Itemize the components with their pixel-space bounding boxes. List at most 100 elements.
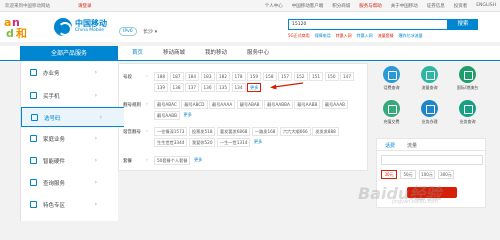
homophone-option[interactable]: 我爱你520 (188, 137, 216, 147)
segment-option[interactable]: 184 (185, 72, 199, 81)
ipv6-badge: IPv6 (119, 27, 137, 36)
sidebar-item-special-zone[interactable]: 特色专区 › (21, 195, 119, 215)
search-input[interactable]: 15120 (288, 19, 448, 30)
chevron-right-icon: › (94, 92, 97, 99)
tab-bill[interactable]: 话费 (385, 142, 395, 149)
plan-option[interactable]: 50套餐个人套餐 (154, 156, 191, 165)
homophone-option[interactable]: 一生一世1314 (216, 137, 251, 147)
and-brand-logo[interactable]: a n d 和 (4, 15, 46, 39)
homophone-option[interactable]: 发发发888 (312, 127, 339, 136)
segment-option[interactable]: 139 (154, 82, 168, 92)
rule-option[interactable]: 靓号AABBA (264, 100, 293, 109)
quick-bill-query[interactable]: 话费查询 (378, 66, 405, 91)
hotword-unlimited[interactable]: 爆炸亿冰流量 (399, 33, 423, 39)
row-label: 靓号规则 (123, 103, 141, 108)
amount-option[interactable]: 50元 (400, 170, 416, 179)
rule-option[interactable]: 靓号AAAA (209, 100, 236, 109)
top-link-personal-center[interactable]: 个人中心 (265, 3, 283, 9)
rule-option[interactable]: 靓号AAAB (321, 100, 348, 109)
sidebar-item-label: 选号码 (44, 116, 61, 122)
homophone-option[interactable]: 一往情深1573 (154, 127, 188, 136)
homophone-option[interactable]: 生生世世3344 (154, 137, 188, 147)
segment-option[interactable]: 158 (262, 72, 277, 81)
amount-option[interactable]: 100元 (419, 170, 435, 179)
city-selector[interactable]: 长沙 ▾ (143, 28, 157, 35)
nav-my-mobile[interactable]: 我的移动 (195, 46, 237, 61)
hotword-join-2[interactable]: 特惠入网 (357, 33, 373, 39)
hardware-icon (30, 157, 37, 164)
segment-option[interactable]: 150 (324, 72, 339, 81)
rule-option[interactable]: 靓号AABB (294, 100, 321, 109)
rule-option[interactable]: 靓号AABB (154, 110, 180, 120)
top-link-securities[interactable]: 证券信息 (427, 3, 445, 9)
segment-option[interactable]: 151 (309, 72, 323, 81)
top-link-english[interactable]: ENGLISH (476, 3, 496, 9)
all-products-button[interactable]: 全部产品服务 (20, 46, 118, 61)
hotword-data-plan[interactable]: 流量套餐 (378, 33, 394, 39)
segment-option[interactable]: 137 (185, 82, 199, 92)
nav-home[interactable]: 首页 (122, 46, 153, 61)
hotword-join[interactable]: 特惠入网 (336, 33, 352, 39)
nav-mall[interactable]: 移动商城 (153, 46, 195, 61)
more-segments-link[interactable]: 更多 (247, 82, 262, 92)
rule-option[interactable]: 靓号ABAB (236, 100, 263, 109)
sidebar-item-business[interactable]: 办业务 › (21, 63, 119, 83)
chevron-right-icon: › (146, 102, 148, 107)
more-plans-link[interactable]: 更多 (192, 156, 204, 165)
homophone-option[interactable]: 一路发168 (251, 127, 279, 136)
sidebar-item-home-business[interactable]: 家庭业务 › (21, 129, 119, 149)
segment-option[interactable]: 188 (154, 72, 168, 81)
top-utility-bar: 欢迎来到中国移动网站 请登录 个人中心 中国移动客户端 积分商城 服务与帮助 关… (0, 0, 500, 12)
segment-option[interactable]: 187 (169, 72, 184, 81)
quick-recharge[interactable]: 充值交费 (378, 100, 405, 125)
segment-option[interactable]: 183 (200, 72, 215, 81)
top-link-points-mall[interactable]: 积分商城 (332, 3, 350, 9)
homophone-option[interactable]: 投票发518 (188, 127, 216, 136)
segment-option[interactable]: 136 (200, 82, 215, 92)
sidebar-item-buy-phone[interactable]: 买手机 › (21, 86, 119, 106)
segment-option[interactable]: 159 (247, 72, 261, 81)
quick-international[interactable]: 国际/港澳台 (454, 66, 481, 91)
hotword-guarantee[interactable]: 保障电话 (315, 33, 331, 39)
tab-data[interactable]: 流量 (407, 142, 417, 149)
segment-option[interactable]: 138 (169, 82, 184, 92)
sidebar-item-query-service[interactable]: 查询服务 › (21, 173, 119, 193)
quick-data-query[interactable]: 流量查询 (416, 66, 443, 91)
search-button[interactable]: 搜索 (448, 19, 478, 30)
amount-option[interactable]: 300元 (438, 170, 454, 179)
quick-business-handle[interactable]: 业务办理 (416, 100, 443, 125)
homophone-option[interactable]: 六六大顺666 (279, 127, 311, 136)
quick-business-query[interactable]: 业务查询 (454, 100, 481, 125)
homophone-option[interactable]: 要发要发6868 (216, 127, 251, 136)
segment-option[interactable]: 147 (340, 72, 354, 81)
watermark-sub: jingyan.baidu.com (392, 199, 439, 205)
rule-option[interactable]: 靓号ABCD (181, 100, 208, 109)
top-link-mobile-client[interactable]: 中国移动客户端 (292, 3, 324, 9)
rule-option[interactable]: 靓号ABAC (154, 100, 180, 109)
top-link-about[interactable]: 关于中国移动 (391, 3, 418, 9)
segment-option[interactable]: 157 (278, 72, 292, 81)
segment-option[interactable]: 134 (231, 82, 246, 92)
welcome-text: 欢迎来到中国移动网站 (5, 4, 50, 9)
special-zone-icon (30, 201, 37, 208)
amount-option[interactable]: 30元 (381, 170, 397, 179)
top-link-investors[interactable]: 投资者 (454, 3, 468, 9)
more-rules-link[interactable]: 更多 (181, 111, 193, 120)
category-sidebar: 办业务 › 买手机 › 选号码 › 家庭业务 › 智能硬件 › 查询服务 › 特… (20, 61, 124, 221)
sidebar-item-label: 买手机 (43, 94, 60, 100)
sidebar-item-smart-hardware[interactable]: 智能硬件 › (21, 151, 119, 171)
hotword-5g[interactable]: 5G正式商用 (288, 33, 310, 39)
top-link-service-help[interactable]: 服务与帮助 (359, 3, 382, 9)
sidebar-item-choose-number[interactable]: 选号码 › (21, 107, 124, 127)
segment-option[interactable]: 178 (231, 72, 246, 81)
logo-text-en: China Mobile (75, 28, 105, 33)
china-mobile-logo[interactable]: 中国移动 China Mobile (54, 18, 114, 38)
segment-option[interactable]: 152 (293, 72, 308, 81)
login-link[interactable]: 请登录 (78, 3, 92, 9)
segment-option[interactable]: 135 (216, 82, 230, 92)
segment-option[interactable]: 182 (216, 72, 230, 81)
nav-service-center[interactable]: 服务中心 (237, 46, 279, 61)
more-homophone-link[interactable]: 更多 (252, 138, 264, 147)
phone-number-input[interactable] (381, 155, 483, 165)
number-card-icon (31, 114, 38, 121)
